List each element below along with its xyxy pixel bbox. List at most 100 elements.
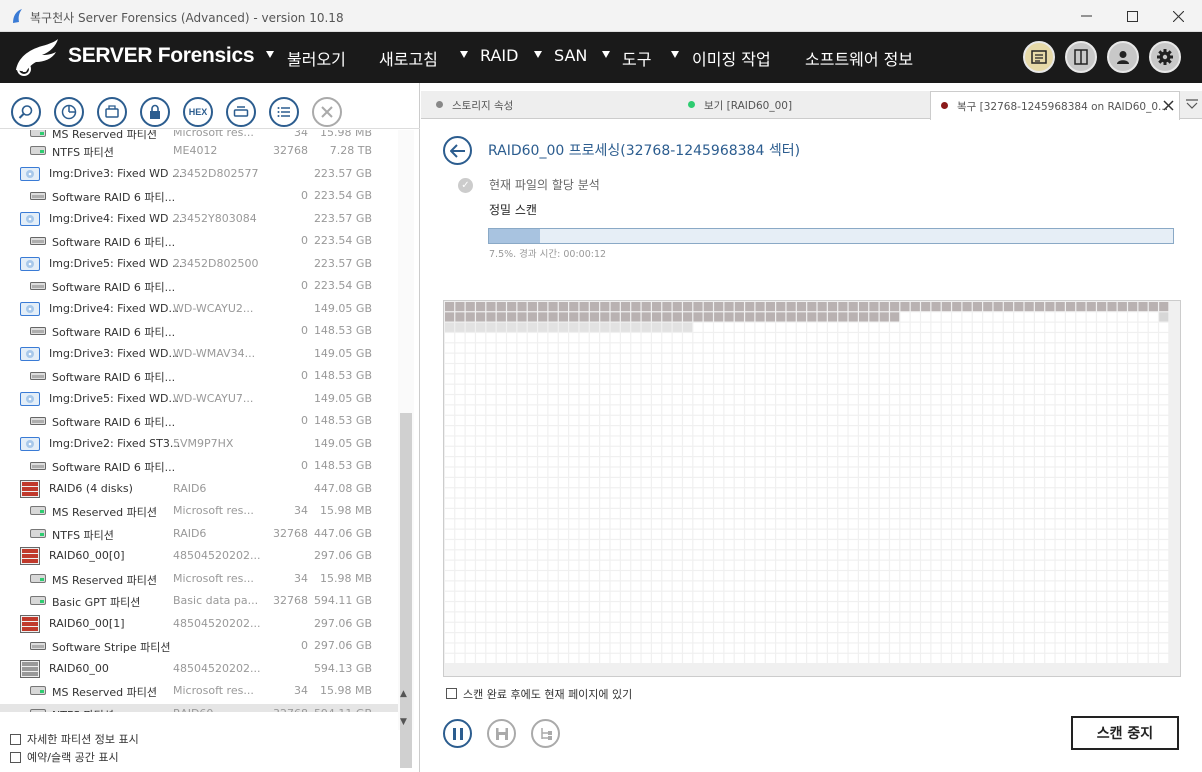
tree-row[interactable]: Img:Drive3: Fixed WD ... 23452D802577 223.… <box>0 164 398 184</box>
tree-row[interactable]: Software RAID 6 파티... 0 148.53 GB <box>0 456 398 476</box>
menu-item[interactable]: 도구 <box>622 46 651 70</box>
sector-block <box>755 395 765 405</box>
sector-block <box>993 312 1003 322</box>
scroll-down-icon[interactable]: ▼ <box>400 717 407 727</box>
tree-row[interactable]: RAID60_00[0] 48504520202... 297.06 GB <box>0 546 398 566</box>
scroll-up-icon[interactable]: ▲ <box>400 689 407 699</box>
sector-block <box>465 591 475 601</box>
tree-row[interactable]: Software Stripe 파티션 0 297.06 GB <box>0 636 398 656</box>
stay-on-page-checkbox[interactable] <box>446 688 457 699</box>
tree-row[interactable]: Img:Drive5: Fixed WD... WD-WCAYU7... 149.0… <box>0 389 398 409</box>
sector-block <box>859 364 869 374</box>
scrollbar-thumb[interactable] <box>400 413 412 768</box>
sector-block <box>600 426 610 436</box>
menu-item[interactable]: SAN <box>554 46 587 65</box>
tree-row[interactable]: MS Reserved 파티션 Microsoft res... 34 15.98 M… <box>0 501 398 521</box>
remove-button[interactable] <box>312 97 342 127</box>
tree-row[interactable]: NTFS 파티션 RAID6 32768 447.06 GB <box>0 524 398 544</box>
tree-row[interactable]: RAID60_00[1] 48504520202... 297.06 GB <box>0 614 398 634</box>
notes-button[interactable] <box>1023 41 1055 73</box>
connect-drive-button[interactable] <box>226 97 256 127</box>
sector-block <box>1003 343 1014 353</box>
tree-row[interactable]: MS Reserved 파티션 Microsoft res... 34 15.98 M… <box>0 569 398 589</box>
sector-block <box>952 333 962 343</box>
sector-block <box>641 550 651 560</box>
tab-recovery[interactable]: 복구 [32768-1245968384 on RAID60_0... <box>930 91 1180 120</box>
tree-row[interactable]: NTFS 파티션 ME4012 32768 7.28 TB <box>0 141 398 161</box>
dropdown-arrow-icon[interactable] <box>671 51 679 58</box>
sector-block <box>807 591 817 601</box>
menu-item[interactable]: 이미징 작업 <box>692 46 771 70</box>
close-icon[interactable] <box>1163 100 1174 111</box>
stop-scan-button[interactable]: 스캔 중지 <box>1071 716 1179 750</box>
tree-row[interactable]: Software RAID 6 파티... 0 223.54 GB <box>0 231 398 251</box>
tree-row-name: MS Reserved 파티션 <box>52 686 158 699</box>
dropdown-arrow-icon[interactable] <box>266 51 274 58</box>
sector-block <box>548 446 558 457</box>
sector-block <box>745 581 755 591</box>
detail-partition-checkbox[interactable] <box>10 734 21 745</box>
close-window-button[interactable] <box>1155 0 1201 32</box>
tree-row[interactable]: Software RAID 6 파티... 0 223.54 GB <box>0 276 398 296</box>
sector-block <box>527 312 537 322</box>
tree-row[interactable]: Img:Drive4: Fixed WD... WD-WCAYU2... 149.0… <box>0 299 398 319</box>
tree-row[interactable]: Software RAID 6 파티... 0 223.54 GB <box>0 186 398 206</box>
sector-block <box>890 571 900 581</box>
tree-row-size: 594.11 GB <box>313 594 372 607</box>
minimize-button[interactable] <box>1063 0 1109 32</box>
tree-row[interactable]: MS Reserved 파티션 Microsoft res... 34 15.98 M… <box>0 681 398 701</box>
tree-row[interactable]: Basic GPT 파티션 Basic data pa... 32768 594.11… <box>0 591 398 611</box>
pause-button[interactable] <box>443 719 472 748</box>
tab-storage-properties[interactable]: 스토리지 속성 <box>421 91 677 119</box>
sector-block <box>476 374 486 384</box>
menu-item[interactable]: 불러오기 <box>287 46 346 70</box>
tree-row[interactable]: Software RAID 6 파티... 0 148.53 GB <box>0 321 398 341</box>
menu-item[interactable]: 새로고침 <box>379 46 438 70</box>
dropdown-arrow-icon[interactable] <box>460 51 468 58</box>
back-button[interactable] <box>443 136 472 165</box>
sector-block <box>558 602 568 612</box>
sector-block <box>765 571 775 581</box>
sector-block <box>859 312 869 322</box>
tree-row[interactable]: Software RAID 6 파티... 0 148.53 GB <box>0 411 398 431</box>
sector-block <box>724 457 734 467</box>
tree-row[interactable]: RAID60_00 48504520202... 594.13 GB <box>0 659 398 679</box>
hex-viewer-button[interactable]: HEX <box>183 97 213 127</box>
tab-list-dropdown[interactable] <box>1183 91 1201 119</box>
lock-button[interactable] <box>140 97 170 127</box>
maximize-button[interactable] <box>1109 0 1155 32</box>
dropdown-arrow-icon[interactable] <box>602 51 610 58</box>
sector-block <box>1128 571 1138 581</box>
reserved-space-checkbox[interactable] <box>10 752 21 763</box>
panel-toggle-button[interactable] <box>1065 41 1097 73</box>
sector-block <box>662 653 672 664</box>
partition-scan-button[interactable] <box>54 97 84 127</box>
user-button[interactable] <box>1107 41 1139 73</box>
tree-row[interactable]: RAID6 (4 disks) RAID6 447.08 GB <box>0 479 398 499</box>
tree-row-id: 23452D802500 <box>173 256 259 270</box>
tree-row[interactable]: Img:Drive4: Fixed WD ... 23452Y803084 223.… <box>0 209 398 229</box>
sector-block <box>890 519 900 529</box>
tree-row[interactable]: Software RAID 6 파티... 0 148.53 GB <box>0 366 398 386</box>
sector-block <box>1097 540 1107 550</box>
tree-row[interactable]: Img:Drive5: Fixed WD ... 23452D802500 223.… <box>0 254 398 274</box>
sector-block <box>631 457 641 467</box>
dropdown-arrow-icon[interactable] <box>534 51 542 58</box>
sector-block <box>859 436 869 446</box>
open-image-button[interactable] <box>97 97 127 127</box>
sector-block <box>745 312 755 322</box>
sector-block <box>983 302 993 312</box>
menu-item[interactable]: 소프트웨어 정보 <box>805 46 913 70</box>
sector-block <box>807 519 817 529</box>
tab-view[interactable]: 보기 [RAID60_00] <box>677 91 930 119</box>
sector-block <box>631 374 641 384</box>
tree-row[interactable]: Img:Drive3: Fixed WD... WD-WMAV34... 149.0… <box>0 344 398 364</box>
tree-row[interactable]: NTFS 파티션RAID6032768594.11 GB <box>0 703 398 712</box>
file-tree-button[interactable] <box>531 719 560 748</box>
search-button[interactable] <box>11 97 41 127</box>
list-view-button[interactable] <box>269 97 299 127</box>
settings-button[interactable] <box>1149 41 1181 73</box>
tree-row[interactable]: Img:Drive2: Fixed ST3... 5VM9P7HX 149.05 G… <box>0 434 398 454</box>
save-scan-button[interactable] <box>487 719 516 748</box>
menu-item[interactable]: RAID <box>480 46 518 65</box>
